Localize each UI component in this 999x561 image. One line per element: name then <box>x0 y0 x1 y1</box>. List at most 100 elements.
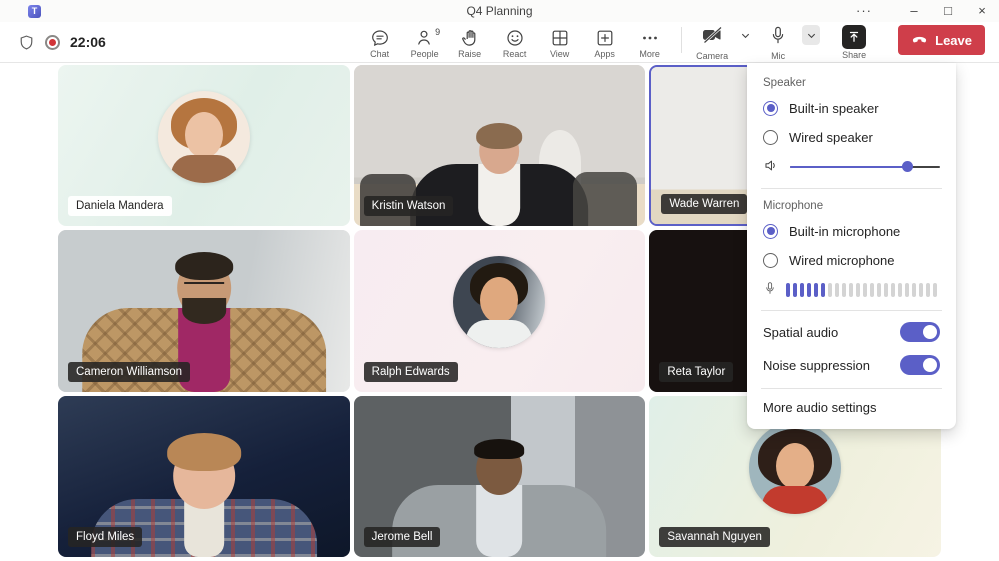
camera-button[interactable]: Camera <box>690 23 734 61</box>
mic-chevron-down-icon[interactable] <box>802 25 820 45</box>
spatial-audio-toggle[interactable] <box>900 322 940 342</box>
more-button-label: More <box>639 49 660 59</box>
participant-name-label: Ralph Edwards <box>364 362 458 382</box>
mic-option-label: Built-in microphone <box>789 224 900 239</box>
raise-hand-button-label: Raise <box>458 49 481 59</box>
camera-chevron-down-icon[interactable] <box>736 25 754 45</box>
more-icon <box>640 28 660 48</box>
mic-button-label: Mic <box>771 51 785 61</box>
radio-icon[interactable] <box>763 130 778 145</box>
participant-name-label: Jerome Bell <box>364 527 441 547</box>
microphone-section-title: Microphone <box>763 200 940 212</box>
avatar <box>453 256 545 348</box>
participant-tile-daniela[interactable]: Daniela Mandera <box>58 65 350 226</box>
avatar-torso <box>466 320 532 348</box>
participant-name-label: Floyd Miles <box>68 527 142 547</box>
raise-hand-button[interactable]: Raise <box>450 26 489 59</box>
mic-option-wired[interactable]: Wired microphone <box>763 250 940 270</box>
device-controls: Camera Mic Share <box>690 23 876 61</box>
raise-hand-icon <box>460 28 480 48</box>
participant-tile-ralph[interactable]: Ralph Edwards <box>354 230 646 391</box>
speaker-option-wired[interactable]: Wired speaker <box>763 127 940 147</box>
minimize-button[interactable]: – <box>897 0 931 22</box>
participant-tile-cameron[interactable]: Cameron Williamson <box>58 230 350 391</box>
apps-button[interactable]: Apps <box>585 26 624 59</box>
mic-level-icon <box>763 280 777 299</box>
avatar-face <box>480 277 518 323</box>
noise-suppression-toggle[interactable] <box>900 355 940 375</box>
avatar <box>158 91 250 183</box>
window-titlebar: T Q4 Planning ··· – □ × <box>0 0 999 22</box>
noise-suppression-label: Noise suppression <box>763 358 870 373</box>
audio-settings-menu: Speaker Built-in speaker Wired speaker M… <box>747 63 956 429</box>
leave-button-label: Leave <box>935 33 972 48</box>
share-icon <box>842 25 866 49</box>
mic-button[interactable]: Mic <box>756 23 800 61</box>
hangup-phone-icon <box>911 32 928 49</box>
radio-icon[interactable] <box>763 253 778 268</box>
menu-divider <box>761 388 942 389</box>
spatial-audio-label: Spatial audio <box>763 325 838 340</box>
participant-tile-jerome[interactable]: Jerome Bell <box>354 396 646 557</box>
chat-icon <box>370 28 390 48</box>
participant-name-label: Kristin Watson <box>364 196 454 216</box>
participant-name-label: Wade Warren <box>661 194 747 214</box>
chat-button-label: Chat <box>370 49 389 59</box>
radio-selected-icon[interactable] <box>763 224 778 239</box>
teams-logo-icon: T <box>28 5 41 18</box>
avatar-torso <box>762 486 828 514</box>
participant-name-label: Reta Taylor <box>659 362 733 382</box>
share-button-label: Share <box>842 50 866 60</box>
people-count-badge: 9 <box>435 27 440 37</box>
react-button[interactable]: React <box>495 26 534 59</box>
react-button-label: React <box>503 49 527 59</box>
security-shield-icon[interactable] <box>18 34 35 51</box>
people-icon <box>415 28 435 48</box>
toolbar-actions: Chat 9 People Raise React View <box>360 26 669 59</box>
leave-button[interactable]: Leave <box>898 25 985 55</box>
speaker-option-label: Wired speaker <box>789 130 873 145</box>
spatial-audio-row: Spatial audio <box>763 322 940 342</box>
mic-level-meter <box>786 283 940 297</box>
more-audio-settings-link[interactable]: More audio settings <box>763 400 940 415</box>
mic-icon <box>768 25 788 50</box>
mic-option-builtin[interactable]: Built-in microphone <box>763 221 940 241</box>
volume-slider[interactable] <box>790 160 940 174</box>
close-button[interactable]: × <box>965 0 999 22</box>
camera-button-label: Camera <box>696 51 728 61</box>
meeting-toolbar: 22:06 Chat 9 People Raise React <box>0 22 999 63</box>
view-button-label: View <box>550 49 569 59</box>
people-button-label: People <box>411 49 439 59</box>
participant-name-label: Cameron Williamson <box>68 362 190 382</box>
speaker-section-title: Speaker <box>763 77 940 89</box>
avatar-face <box>776 443 814 489</box>
mic-option-label: Wired microphone <box>789 253 895 268</box>
apps-button-label: Apps <box>594 49 615 59</box>
titlebar-more-icon[interactable]: ··· <box>847 0 881 22</box>
view-button[interactable]: View <box>540 26 579 59</box>
menu-divider <box>761 310 942 311</box>
toolbar-separator <box>681 27 682 53</box>
avatar <box>749 422 841 514</box>
participant-tile-floyd[interactable]: Floyd Miles <box>58 396 350 557</box>
avatar-face <box>185 112 223 158</box>
camera-off-icon <box>701 25 724 50</box>
volume-slider-fill <box>790 166 907 168</box>
speaker-option-builtin[interactable]: Built-in speaker <box>763 98 940 118</box>
menu-divider <box>761 188 942 189</box>
people-button[interactable]: 9 People <box>405 26 444 59</box>
chat-button[interactable]: Chat <box>360 26 399 59</box>
volume-slider-thumb[interactable] <box>902 161 913 172</box>
recording-indicator-icon <box>45 35 60 50</box>
more-button[interactable]: More <box>630 26 669 59</box>
radio-selected-icon[interactable] <box>763 101 778 116</box>
share-button[interactable]: Share <box>832 23 876 60</box>
view-icon <box>550 28 570 48</box>
speaker-option-label: Built-in speaker <box>789 101 879 116</box>
participant-tile-kristin[interactable]: Kristin Watson <box>354 65 646 226</box>
volume-speaker-icon <box>763 157 780 177</box>
react-icon <box>505 28 525 48</box>
participant-name-label: Savannah Nguyen <box>659 527 770 547</box>
noise-suppression-row: Noise suppression <box>763 355 940 375</box>
maximize-button[interactable]: □ <box>931 0 965 22</box>
